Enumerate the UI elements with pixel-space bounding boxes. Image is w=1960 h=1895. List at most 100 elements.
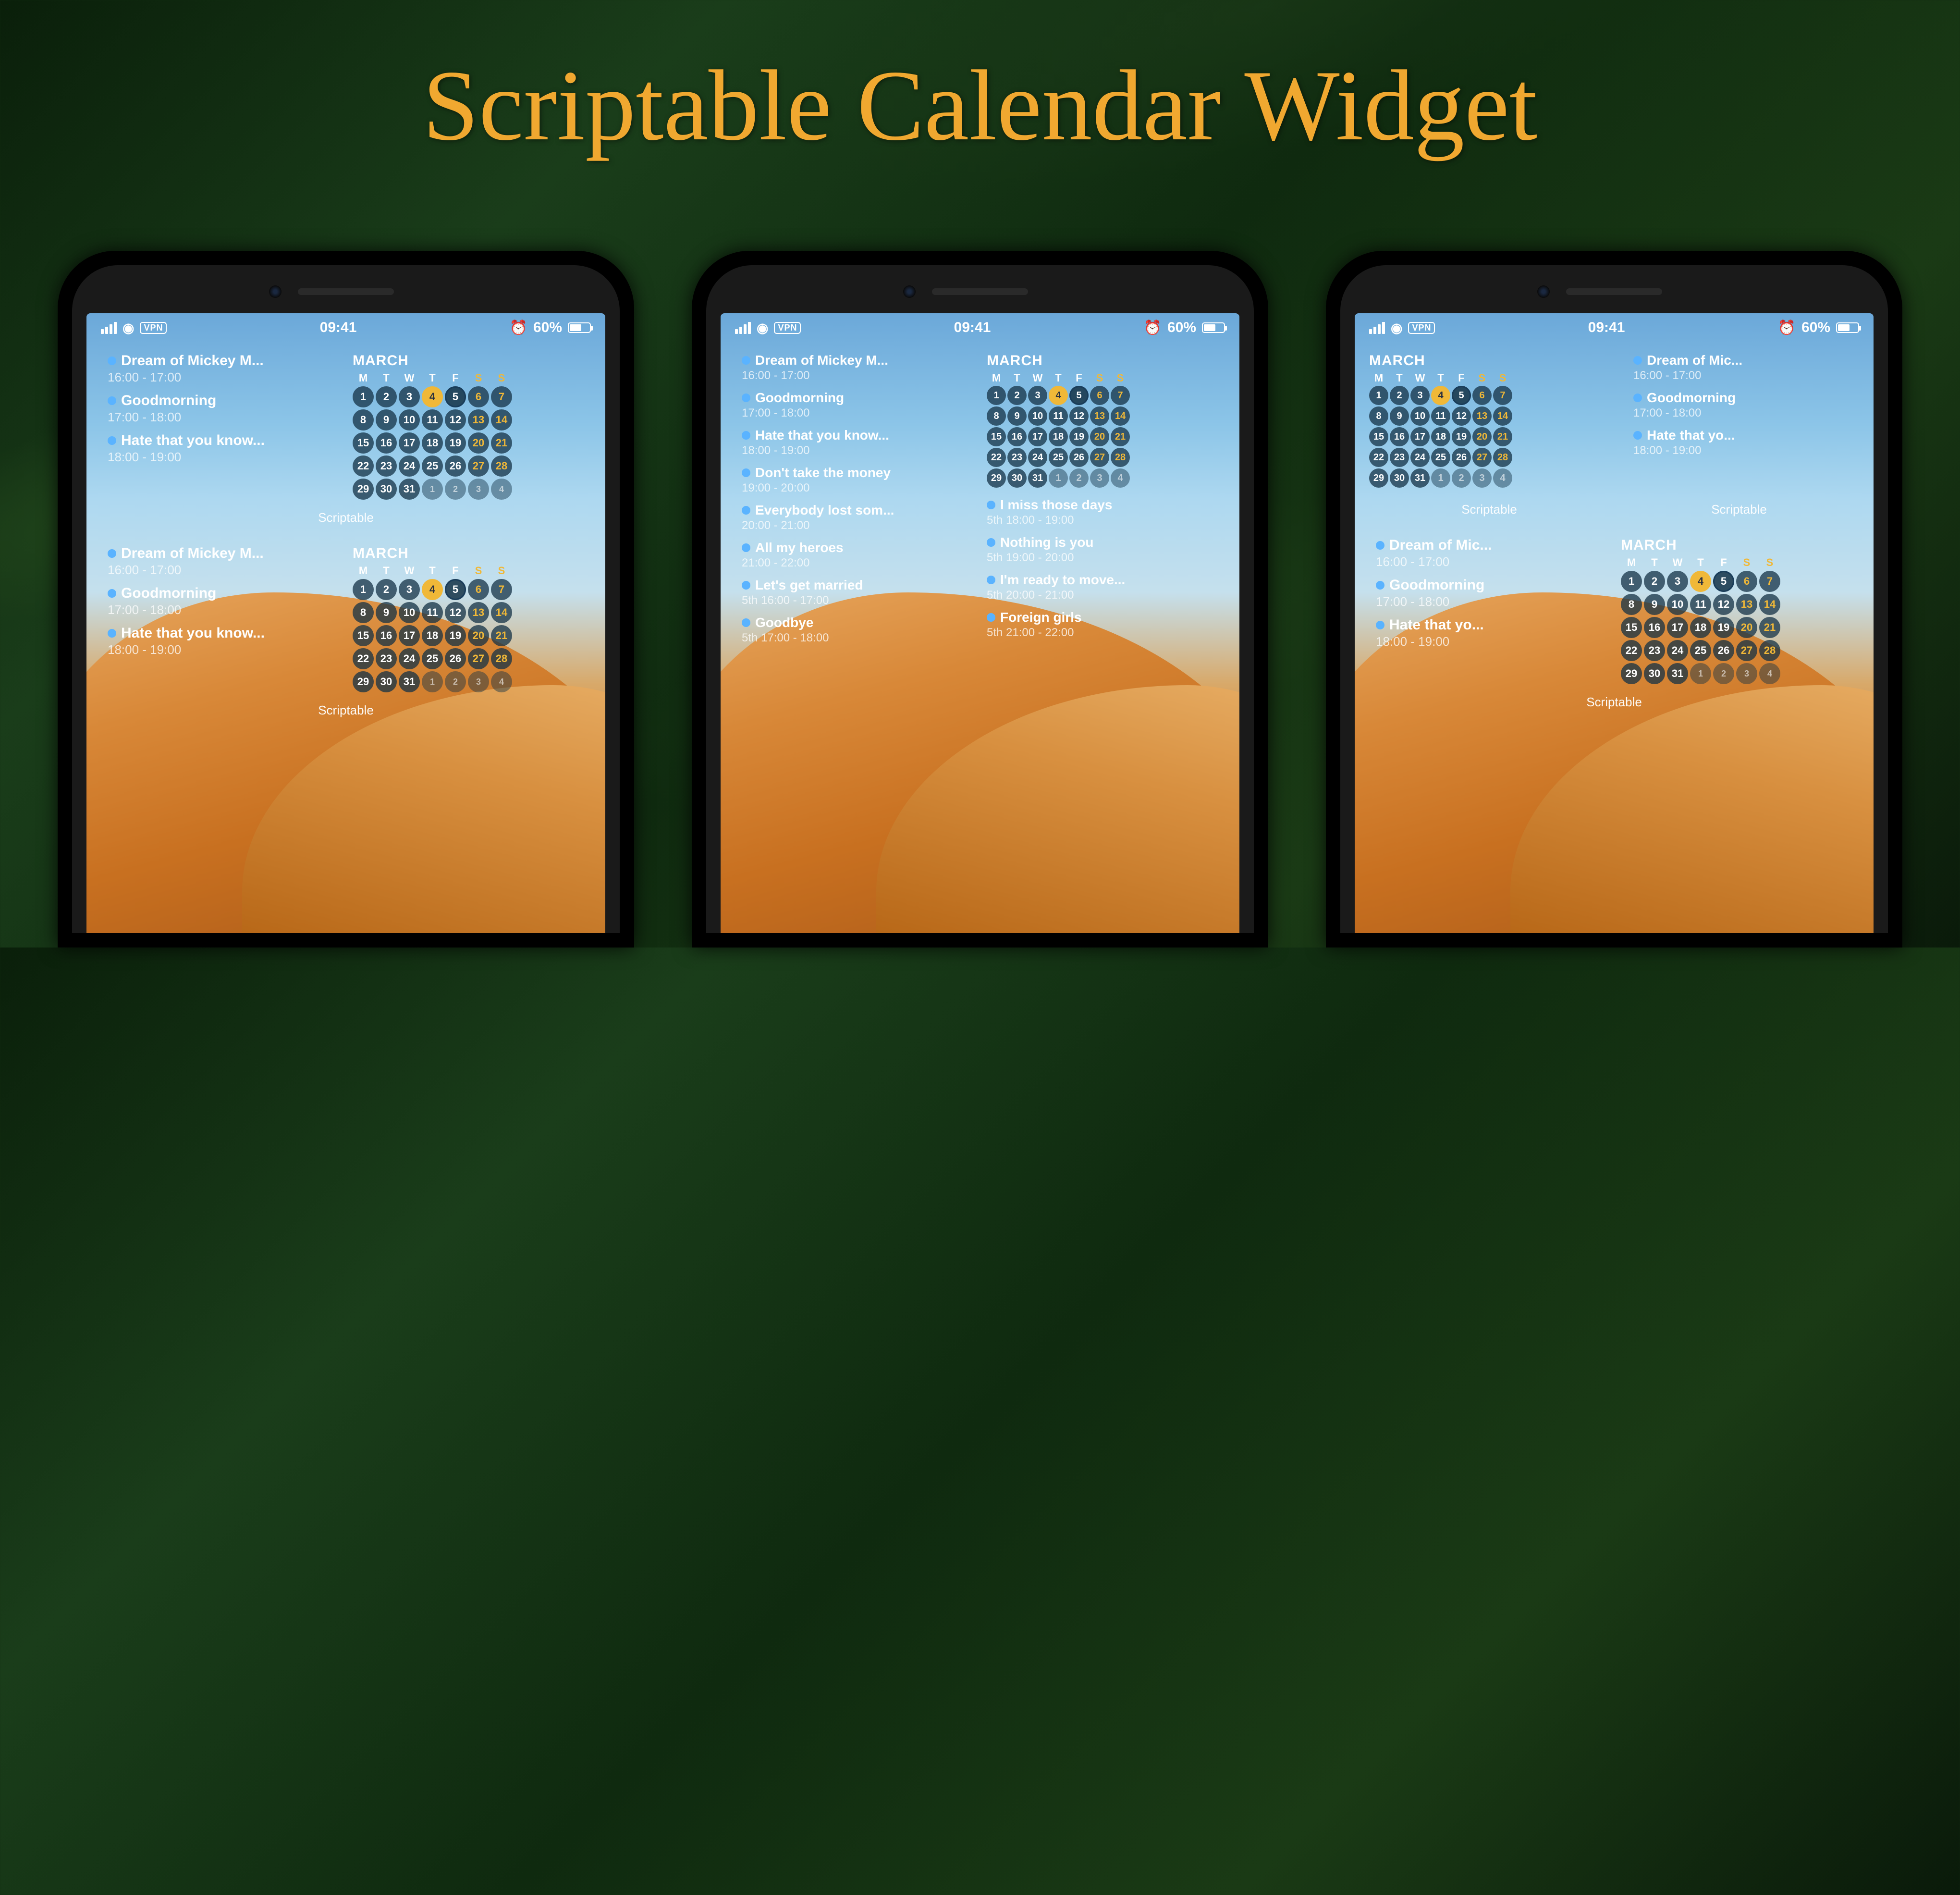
calendar-day[interactable]: 27: [1090, 448, 1109, 467]
calendar-day[interactable]: 31: [1028, 468, 1047, 488]
calendar-day[interactable]: 7: [491, 386, 512, 407]
calendar-day[interactable]: 6: [468, 579, 489, 600]
calendar-day[interactable]: 30: [376, 671, 397, 692]
event-item[interactable]: Dream of Mickey M...16:00 - 17:00: [108, 545, 339, 578]
calendar-day[interactable]: 21: [491, 432, 512, 454]
calendar-day[interactable]: 7: [1111, 386, 1130, 405]
calendar-day[interactable]: 27: [468, 455, 489, 477]
widget-medium[interactable]: Dream of Mickey M...16:00 - 17:00Goodmor…: [96, 347, 596, 504]
calendar-day[interactable]: 17: [1667, 617, 1688, 638]
calendar-day[interactable]: 25: [422, 648, 443, 669]
event-item[interactable]: Goodmorning17:00 - 18:00: [1633, 390, 1859, 420]
calendar-day[interactable]: 30: [1390, 468, 1409, 488]
calendar-day[interactable]: 13: [468, 409, 489, 431]
calendar-day[interactable]: 2: [1069, 468, 1089, 488]
calendar-day[interactable]: 4: [422, 579, 443, 600]
calendar-day[interactable]: 24: [399, 455, 420, 477]
event-item[interactable]: Nothing is you5th 19:00 - 20:00: [987, 535, 1218, 565]
calendar-day[interactable]: 13: [468, 602, 489, 623]
event-item[interactable]: Dream of Mic...16:00 - 17:00: [1376, 537, 1607, 569]
calendar-day[interactable]: 1: [353, 386, 374, 407]
calendar-day[interactable]: 1: [422, 671, 443, 692]
calendar-small[interactable]: MARCHMTWTFSS1234567891011121314151617181…: [1369, 353, 1595, 488]
calendar-day[interactable]: 26: [1713, 640, 1734, 661]
calendar-day[interactable]: 3: [468, 671, 489, 692]
calendar-day[interactable]: 7: [1759, 571, 1780, 592]
calendar-day[interactable]: 22: [353, 648, 374, 669]
calendar-day[interactable]: 19: [1452, 427, 1471, 446]
calendar-day[interactable]: 5: [1713, 571, 1734, 592]
event-item[interactable]: Goodmorning17:00 - 18:00: [108, 585, 339, 617]
calendar-day[interactable]: 3: [468, 479, 489, 500]
event-item[interactable]: Dream of Mickey M...16:00 - 17:00: [742, 353, 973, 382]
event-item[interactable]: All my heroes21:00 - 22:00: [742, 540, 973, 570]
calendar-day[interactable]: 11: [1690, 594, 1711, 615]
event-item[interactable]: Hate that you know...18:00 - 19:00: [742, 428, 973, 457]
calendar-day[interactable]: 6: [1472, 386, 1492, 405]
calendar-day[interactable]: 3: [399, 579, 420, 600]
calendar-day[interactable]: 28: [1493, 448, 1512, 467]
event-item[interactable]: Goodbye5th 17:00 - 18:00: [742, 615, 973, 645]
calendar-day[interactable]: 1: [1690, 663, 1711, 684]
calendar-day[interactable]: 27: [468, 648, 489, 669]
calendar-day[interactable]: 5: [445, 386, 466, 407]
calendar-day[interactable]: 15: [1621, 617, 1642, 638]
calendar-day[interactable]: 21: [1493, 427, 1512, 446]
calendar-day[interactable]: 2: [1713, 663, 1734, 684]
event-item[interactable]: Foreign girls5th 21:00 - 22:00: [987, 610, 1218, 640]
calendar-day[interactable]: 24: [1667, 640, 1688, 661]
calendar-day[interactable]: 3: [1410, 386, 1430, 405]
calendar-day[interactable]: 2: [1007, 386, 1027, 405]
calendar-day[interactable]: 4: [491, 479, 512, 500]
calendar-day[interactable]: 25: [1049, 448, 1068, 467]
calendar-day[interactable]: 23: [376, 455, 397, 477]
calendar-day[interactable]: 30: [1007, 468, 1027, 488]
calendar-day[interactable]: 26: [1069, 448, 1089, 467]
calendar-day[interactable]: 3: [1028, 386, 1047, 405]
calendar-day[interactable]: 11: [422, 409, 443, 431]
calendar-day[interactable]: 25: [422, 455, 443, 477]
event-item[interactable]: Hate that yo...18:00 - 19:00: [1376, 617, 1607, 649]
calendar-day[interactable]: 11: [1049, 406, 1068, 426]
calendar-day[interactable]: 7: [491, 579, 512, 600]
calendar-day[interactable]: 12: [445, 409, 466, 431]
calendar-day[interactable]: 12: [1069, 406, 1089, 426]
calendar-day[interactable]: 17: [399, 625, 420, 646]
calendar-day[interactable]: 13: [1472, 406, 1492, 426]
calendar-day[interactable]: 1: [422, 479, 443, 500]
calendar-day[interactable]: 19: [1069, 427, 1089, 446]
calendar-day[interactable]: 27: [1472, 448, 1492, 467]
calendar-day[interactable]: 4: [1493, 468, 1512, 488]
calendar-day[interactable]: 22: [353, 455, 374, 477]
calendar-day[interactable]: 17: [1410, 427, 1430, 446]
calendar-day[interactable]: 10: [399, 409, 420, 431]
calendar-day[interactable]: 27: [1736, 640, 1757, 661]
event-item[interactable]: Goodmorning17:00 - 18:00: [108, 393, 339, 425]
calendar-day[interactable]: 3: [1090, 468, 1109, 488]
calendar-day[interactable]: 4: [491, 671, 512, 692]
calendar-day[interactable]: 19: [445, 432, 466, 454]
calendar-day[interactable]: 22: [987, 448, 1006, 467]
calendar-day[interactable]: 14: [491, 409, 512, 431]
calendar-day[interactable]: 30: [376, 479, 397, 500]
calendar-day[interactable]: 19: [1713, 617, 1734, 638]
event-item[interactable]: I miss those days5th 18:00 - 19:00: [987, 497, 1218, 527]
calendar-day[interactable]: 16: [376, 432, 397, 454]
calendar-day[interactable]: 20: [468, 625, 489, 646]
calendar-day[interactable]: 20: [1736, 617, 1757, 638]
calendar-day[interactable]: 5: [1452, 386, 1471, 405]
calendar-day[interactable]: 16: [1390, 427, 1409, 446]
calendar-day[interactable]: 17: [1028, 427, 1047, 446]
calendar-day[interactable]: 4: [422, 386, 443, 407]
calendar-day[interactable]: 8: [987, 406, 1006, 426]
calendar-day[interactable]: 15: [987, 427, 1006, 446]
calendar-day[interactable]: 22: [1621, 640, 1642, 661]
calendar-day[interactable]: 11: [1431, 406, 1450, 426]
event-item[interactable]: I'm ready to move...5th 20:00 - 21:00: [987, 572, 1218, 602]
calendar-day[interactable]: 14: [1111, 406, 1130, 426]
calendar-day[interactable]: 10: [1410, 406, 1430, 426]
calendar-day[interactable]: 8: [353, 409, 374, 431]
calendar-day[interactable]: 18: [1431, 427, 1450, 446]
calendar-day[interactable]: 2: [376, 579, 397, 600]
calendar-day[interactable]: 22: [1369, 448, 1388, 467]
